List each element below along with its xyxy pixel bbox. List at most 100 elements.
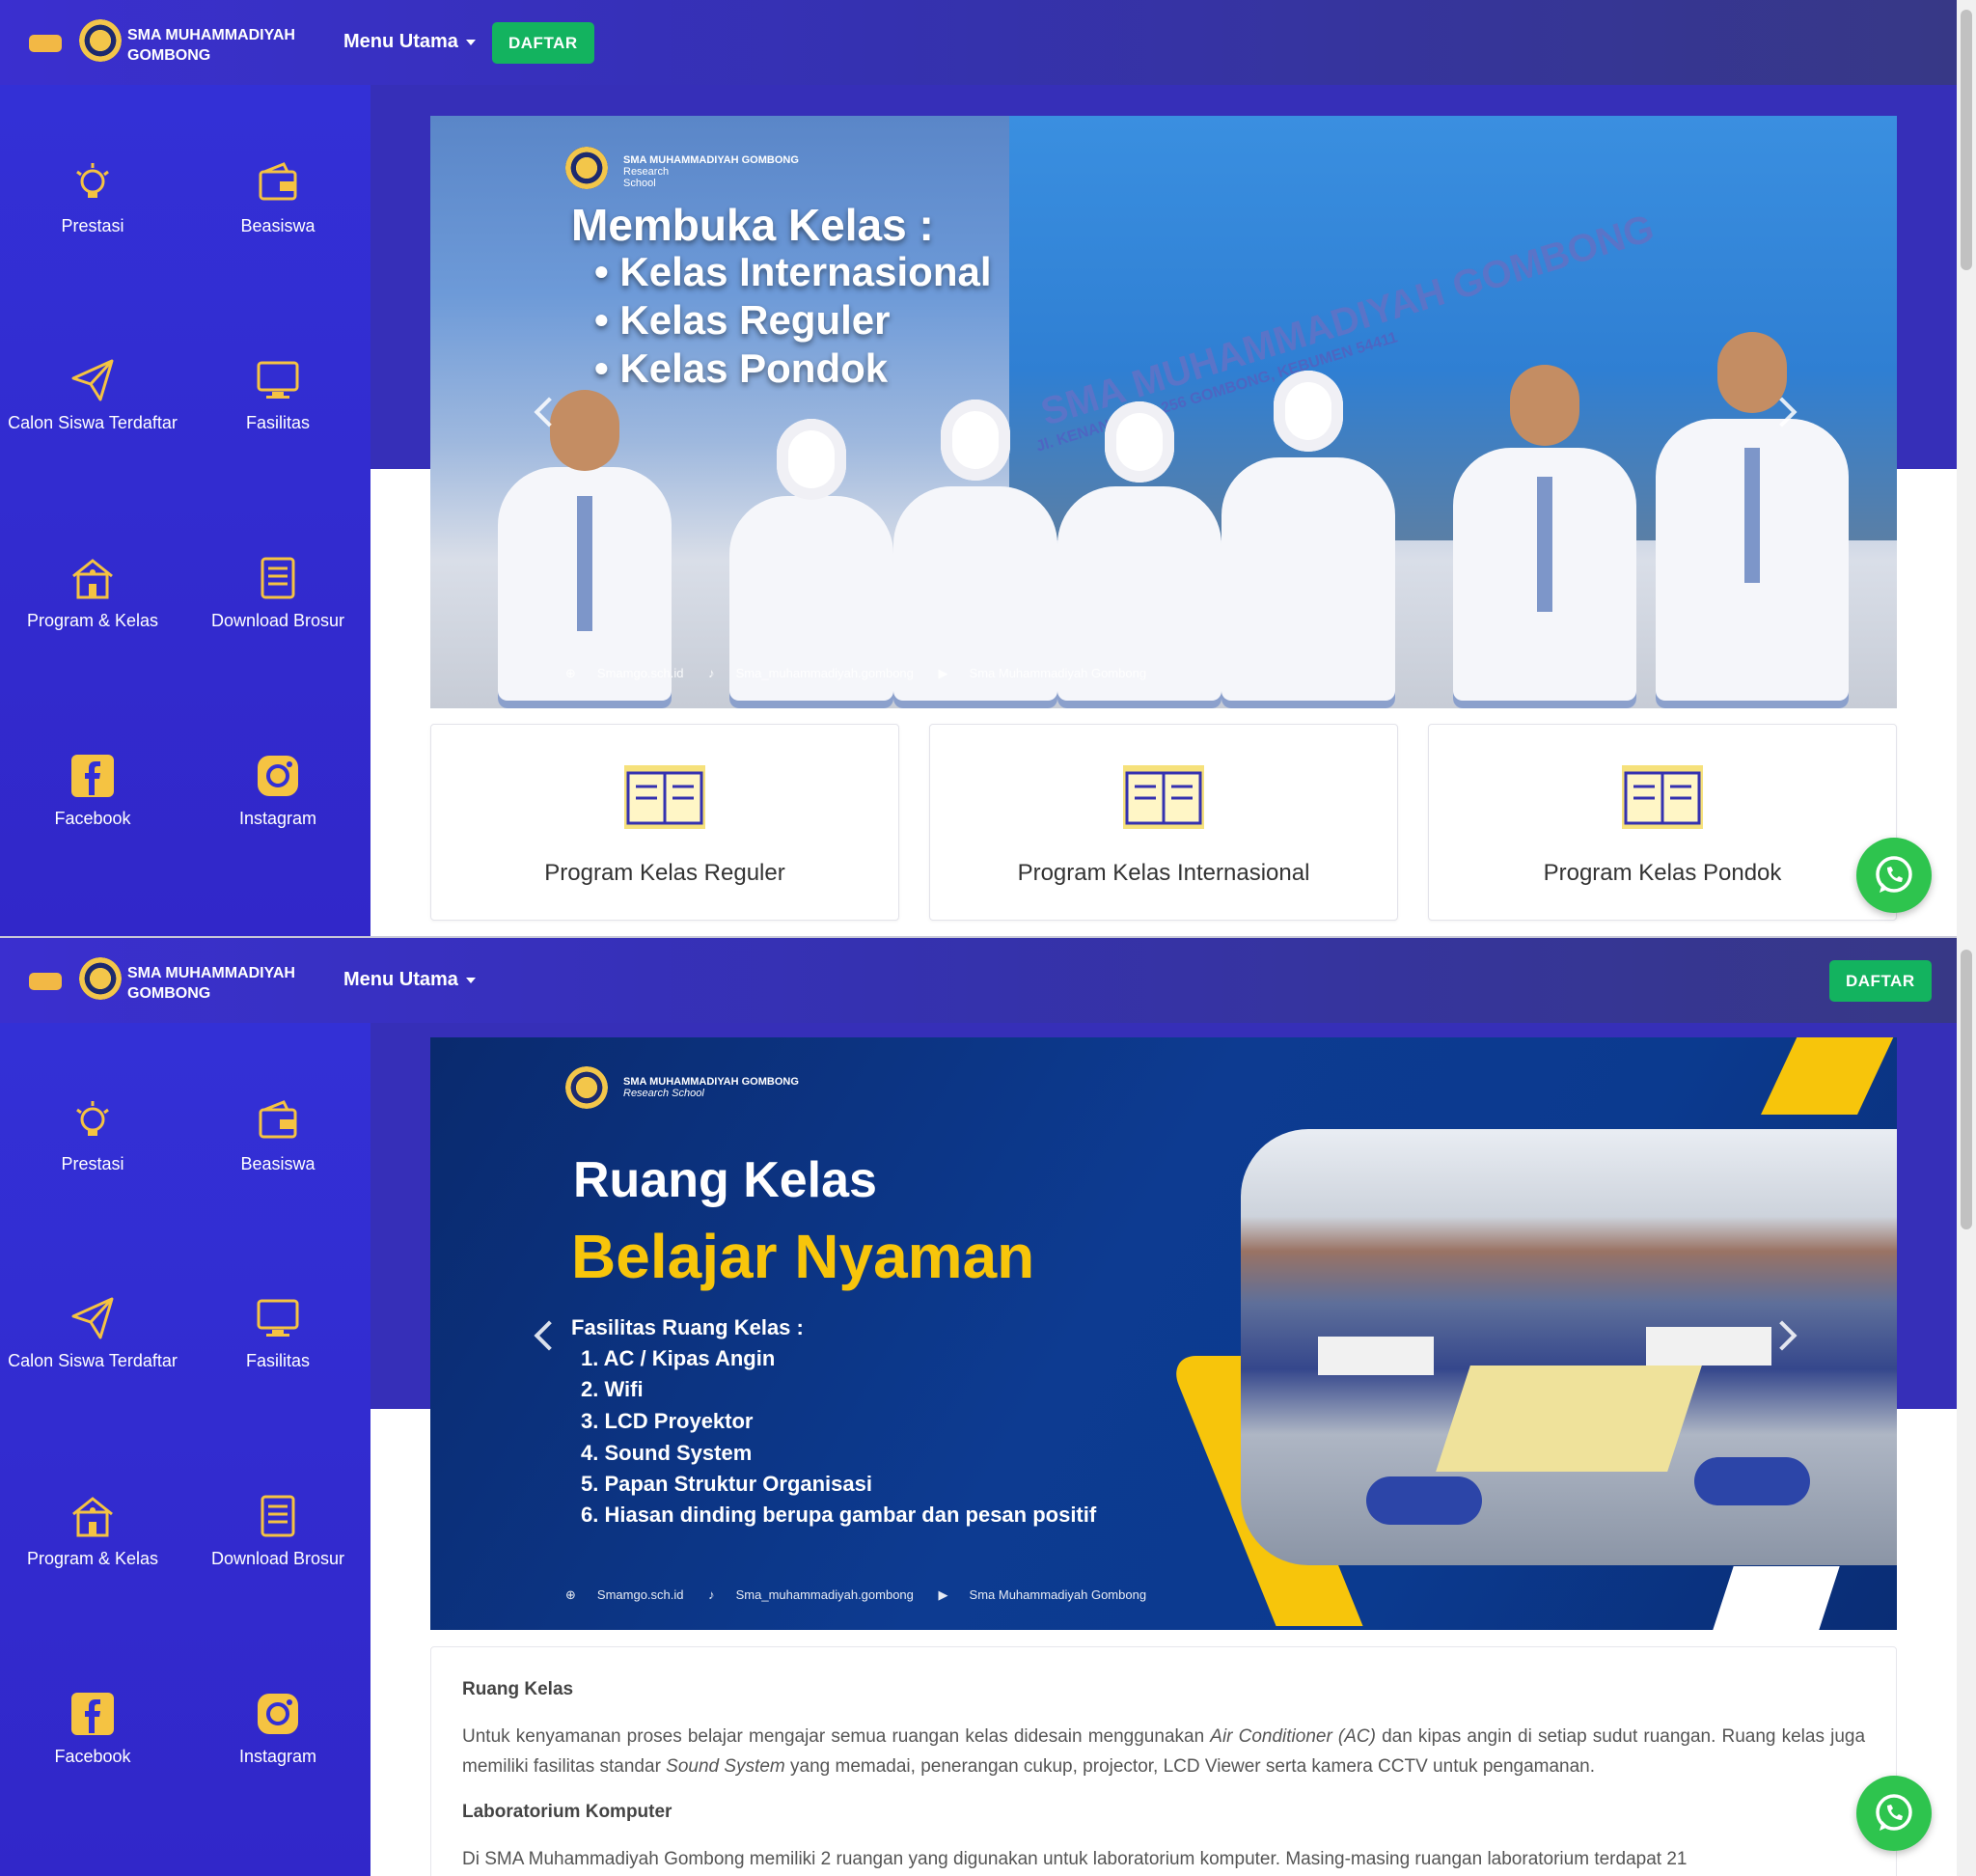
main-menu-dropdown[interactable]: Menu Utama	[343, 31, 476, 53]
school-logo[interactable]	[79, 957, 122, 1000]
book-icon	[624, 765, 705, 829]
main-menu-dropdown[interactable]: Menu Utama	[343, 969, 476, 991]
whatsapp-icon	[1876, 856, 1912, 893]
program-card-reguler[interactable]: Program Kelas Reguler	[430, 724, 899, 921]
sidebar: Prestasi Beasiswa Calon Siswa Terdaftar …	[0, 85, 370, 936]
tiktok-icon: ♪	[708, 1587, 715, 1602]
facility-item: 3. LCD Proyektor	[581, 1409, 754, 1433]
slide-logo	[565, 1066, 608, 1109]
section-title: Laboratorium Komputer	[462, 1802, 672, 1822]
sidebar-item-beasiswa[interactable]: Beasiswa	[185, 160, 370, 236]
lightbulb-icon	[76, 163, 109, 198]
monitor-icon	[257, 1299, 299, 1337]
section-title: Ruang Kelas	[462, 1679, 574, 1699]
top-navbar: SMA MUHAMMADIYAH GOMBONG Menu Utama DAFT…	[0, 0, 1957, 85]
sidebar-item-prestasi[interactable]: Prestasi	[0, 160, 185, 236]
chevron-down-icon	[465, 977, 476, 983]
book-icon	[1622, 765, 1703, 829]
classroom-chair	[1366, 1476, 1482, 1525]
lightbulb-icon	[76, 1101, 109, 1136]
brand-name[interactable]: SMA MUHAMMADIYAH GOMBONG	[127, 25, 301, 66]
school-logo[interactable]	[79, 19, 122, 62]
classroom-table	[1318, 1337, 1434, 1375]
decorative-shape	[1713, 1566, 1840, 1630]
sidebar-item-calon-siswa[interactable]: Calon Siswa Terdaftar	[0, 357, 185, 433]
slide-subtitle: Belajar Nyaman	[571, 1222, 1035, 1291]
sidebar-item-download-brosur[interactable]: Download Brosur	[185, 555, 370, 631]
paper-plane-icon	[71, 359, 114, 401]
whatsapp-button[interactable]	[1856, 1776, 1932, 1851]
whatsapp-icon	[1876, 1794, 1912, 1831]
slide-bullet: • Kelas Reguler	[594, 297, 891, 343]
student-figure	[1453, 365, 1636, 708]
instagram-icon	[258, 1694, 298, 1734]
facility-item: 5. Papan Struktur Organisasi	[581, 1472, 872, 1496]
slide-headline: Membuka Kelas :	[571, 200, 934, 250]
page-view-top: SMA MUHAMMADIYAH GOMBONG Menu Utama DAFT…	[0, 0, 1957, 936]
carousel-prev-button[interactable]	[534, 1320, 564, 1351]
classroom-table	[1646, 1327, 1771, 1366]
document-icon	[261, 1495, 295, 1537]
page-view-bottom: SMA MUHAMMADIYAH GOMBONG Menu Utama DAFT…	[0, 936, 1957, 1876]
slide-bullet: • Kelas Internasional	[594, 249, 992, 294]
whatsapp-button[interactable]	[1856, 838, 1932, 913]
sidebar-item-program-kelas[interactable]: Program & Kelas	[0, 1493, 185, 1569]
menu-toggle-button[interactable]	[29, 973, 62, 990]
facility-item: 1. AC / Kipas Angin	[581, 1346, 776, 1370]
carousel-slide: SMA MUHAMMADIYAH GOMBONG Jl. KENANGA NO.…	[430, 116, 1897, 708]
scrollbar-thumb[interactable]	[1961, 950, 1972, 1229]
slide-brand: SMA MUHAMMADIYAH GOMBONG Research School	[623, 1076, 799, 1099]
tiktok-icon: ♪	[708, 666, 715, 680]
facility-item: 2. Wifi	[581, 1377, 644, 1401]
facebook-icon	[71, 755, 114, 797]
sidebar-item-facebook[interactable]: Facebook	[0, 1691, 185, 1767]
facility-item: 6. Hiasan dinding berupa gambar dan pesa…	[581, 1503, 1097, 1527]
youtube-icon: ▶	[938, 1587, 948, 1602]
document-icon	[261, 557, 295, 599]
sidebar-item-prestasi[interactable]: Prestasi	[0, 1098, 185, 1174]
classroom-chair	[1694, 1457, 1810, 1505]
carousel-slide: SMA MUHAMMADIYAH GOMBONG Research School…	[430, 1037, 1897, 1630]
program-card-pondok[interactable]: Program Kelas Pondok	[1428, 724, 1897, 921]
sidebar-item-calon-siswa[interactable]: Calon Siswa Terdaftar	[0, 1295, 185, 1371]
register-button[interactable]: DAFTAR	[1829, 960, 1932, 1002]
instagram-icon	[258, 756, 298, 796]
globe-icon: ⊕	[565, 666, 576, 680]
sidebar-item-download-brosur[interactable]: Download Brosur	[185, 1493, 370, 1569]
student-figure	[1656, 332, 1849, 708]
program-card-internasional[interactable]: Program Kelas Internasional	[929, 724, 1398, 921]
facility-list-title: Fasilitas Ruang Kelas :	[571, 1315, 804, 1339]
section-text: Di SMA Muhammadiyah Gombong memiliki 2 r…	[462, 1849, 1688, 1869]
scrollbar-bottom[interactable]	[1957, 936, 1976, 1876]
globe-icon: ⊕	[565, 1587, 576, 1602]
facebook-icon	[71, 1693, 114, 1735]
wallet-icon	[259, 162, 297, 201]
slide-footer: ⊕ Smamgo.sch.id ♪ Sma_muhammadiyah.gombong…	[565, 666, 1147, 680]
brand-name[interactable]: SMA MUHAMMADIYAH GOMBONG	[127, 963, 301, 1004]
sidebar: Prestasi Beasiswa Calon Siswa Terdaftar …	[0, 1023, 370, 1876]
school-icon	[72, 559, 113, 599]
sidebar-item-beasiswa[interactable]: Beasiswa	[185, 1098, 370, 1174]
sidebar-item-fasilitas[interactable]: Fasilitas	[185, 1295, 370, 1371]
scrollbar-thumb[interactable]	[1961, 10, 1972, 270]
monitor-icon	[257, 361, 299, 399]
decorative-shape	[1761, 1037, 1897, 1115]
slide-brand: SMA MUHAMMADIYAH GOMBONG Research School	[623, 154, 799, 189]
school-icon	[72, 1497, 113, 1537]
book-icon	[1123, 765, 1204, 829]
paper-plane-icon	[71, 1297, 114, 1339]
register-button[interactable]: DAFTAR	[492, 22, 594, 64]
sidebar-item-instagram[interactable]: Instagram	[185, 1691, 370, 1767]
sidebar-item-instagram[interactable]: Instagram	[185, 753, 370, 829]
top-navbar: SMA MUHAMMADIYAH GOMBONG Menu Utama DAFT…	[0, 938, 1957, 1023]
sidebar-item-program-kelas[interactable]: Program & Kelas	[0, 555, 185, 631]
slide-logo	[565, 147, 608, 189]
wallet-icon	[259, 1100, 297, 1139]
slide-bullet: • Kelas Pondok	[594, 345, 889, 391]
sidebar-item-facebook[interactable]: Facebook	[0, 753, 185, 829]
sidebar-item-fasilitas[interactable]: Fasilitas	[185, 357, 370, 433]
menu-toggle-button[interactable]	[29, 35, 62, 52]
classroom-table	[1436, 1366, 1702, 1472]
youtube-icon: ▶	[938, 666, 948, 680]
scrollbar-top[interactable]	[1957, 0, 1976, 936]
